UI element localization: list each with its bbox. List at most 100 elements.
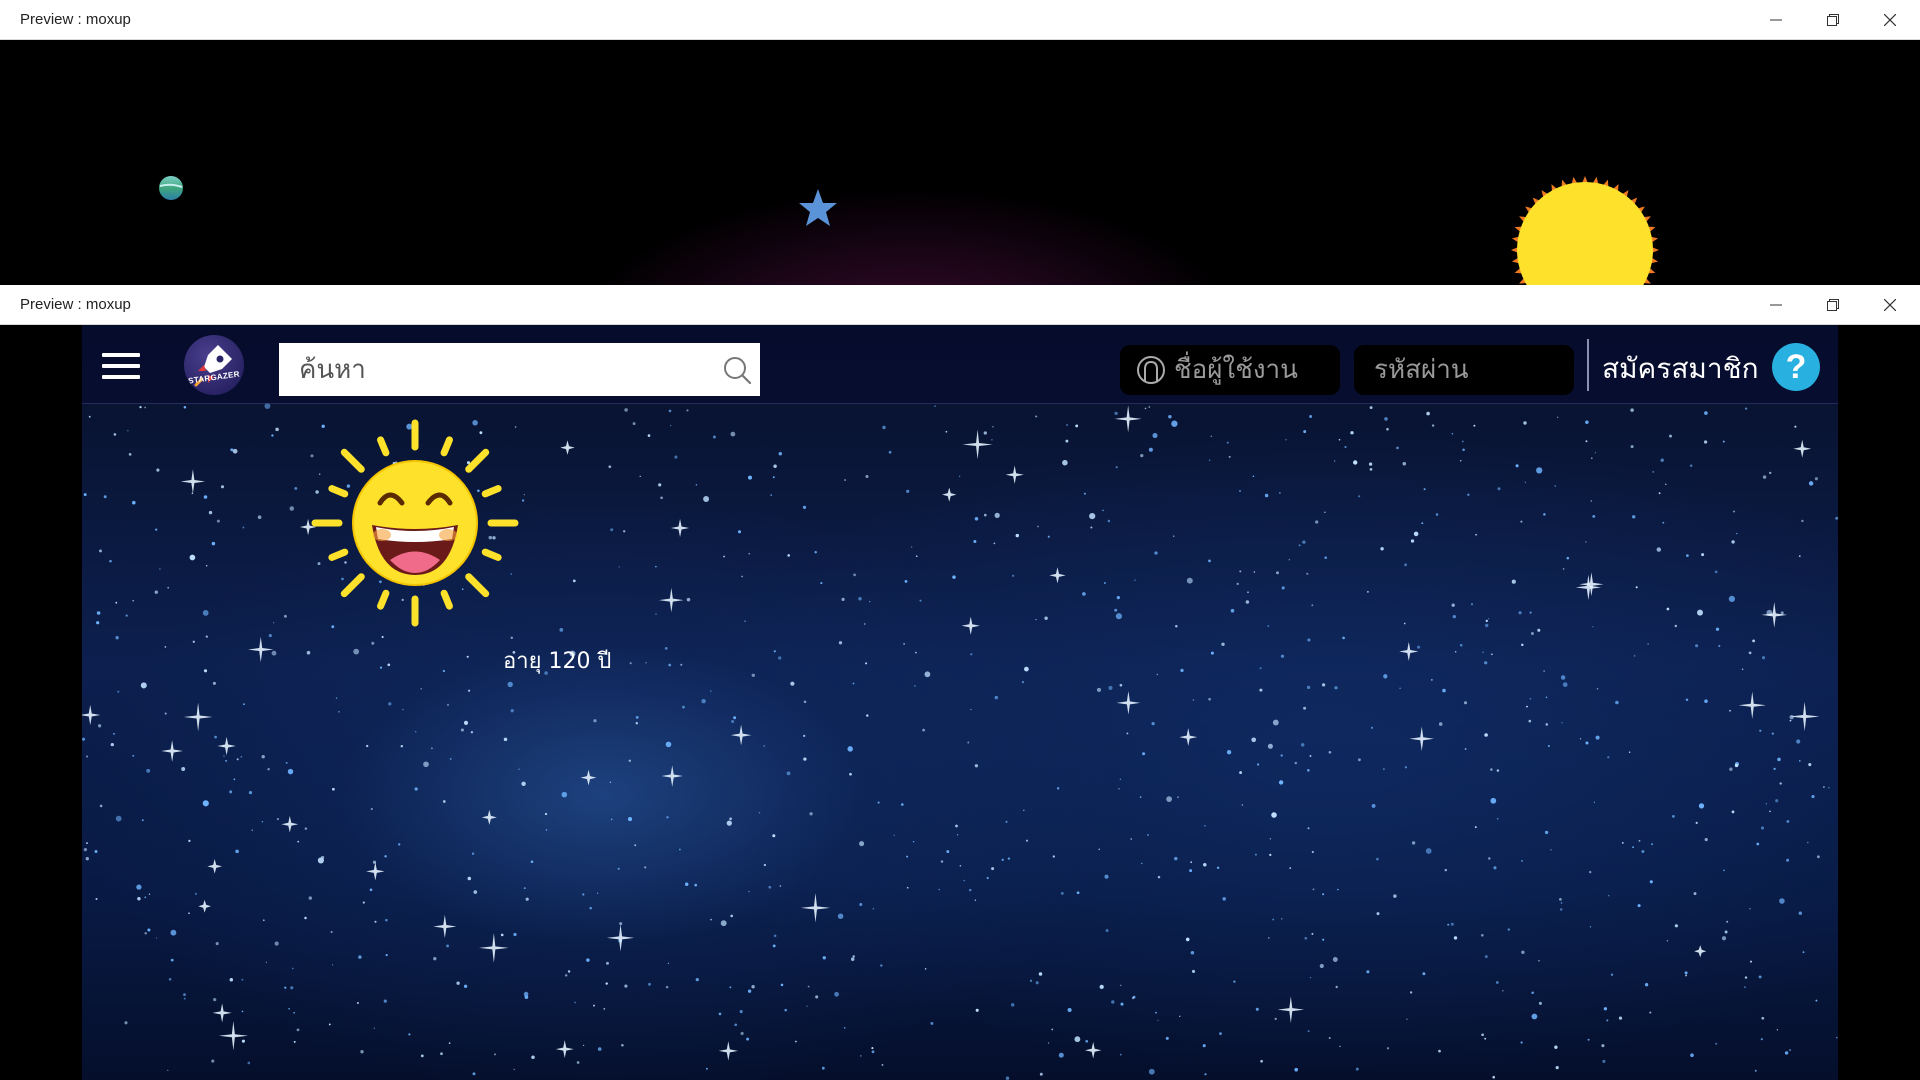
star-dot bbox=[802, 505, 807, 509]
star-dot bbox=[1421, 522, 1424, 525]
star-dot bbox=[628, 759, 631, 762]
star-dot bbox=[1450, 922, 1454, 926]
star-dot bbox=[1306, 685, 1311, 690]
star-dot bbox=[1649, 880, 1653, 884]
star-dot bbox=[872, 908, 874, 910]
star-dot bbox=[1554, 1045, 1558, 1049]
username-input[interactable] bbox=[1172, 345, 1337, 395]
star-dot bbox=[1693, 892, 1697, 896]
star-dot bbox=[1731, 540, 1735, 544]
star-dot bbox=[1744, 407, 1748, 410]
star-dot bbox=[267, 767, 270, 771]
star-dot bbox=[446, 944, 450, 948]
close-button[interactable] bbox=[1862, 285, 1918, 325]
sparkle-star bbox=[366, 862, 385, 881]
star-dot bbox=[730, 914, 733, 918]
star-dot bbox=[1647, 643, 1649, 645]
username-box bbox=[1120, 345, 1340, 395]
restore-button[interactable] bbox=[1805, 0, 1861, 40]
star-dot bbox=[370, 807, 373, 811]
star-dot bbox=[1272, 918, 1275, 921]
star-dot bbox=[1368, 462, 1373, 466]
star-dot bbox=[1741, 668, 1744, 671]
star-dot bbox=[1761, 656, 1766, 660]
search-input[interactable] bbox=[279, 343, 699, 396]
minimize-button[interactable] bbox=[1748, 285, 1804, 325]
star-dot bbox=[212, 681, 216, 685]
star-dot bbox=[1752, 639, 1755, 643]
star-dot bbox=[530, 860, 534, 864]
star-dot bbox=[208, 510, 213, 515]
sparkle-star bbox=[718, 1041, 739, 1061]
star-dot bbox=[433, 957, 437, 961]
star-dot bbox=[1760, 1038, 1763, 1041]
star-dot bbox=[1334, 460, 1336, 462]
star-dot bbox=[1222, 897, 1226, 901]
star-dot bbox=[815, 995, 819, 999]
sun-icon bbox=[1511, 176, 1659, 285]
star-dot bbox=[1543, 670, 1545, 672]
star-dot bbox=[992, 426, 994, 428]
star-dot bbox=[1784, 1051, 1789, 1055]
hamburger-menu-button[interactable] bbox=[102, 353, 140, 379]
star-dot bbox=[850, 957, 855, 961]
star-dot bbox=[686, 409, 689, 412]
restore-button[interactable] bbox=[1805, 285, 1861, 325]
star-dot bbox=[1835, 516, 1838, 520]
search-icon[interactable] bbox=[722, 355, 752, 385]
star-dot bbox=[666, 816, 669, 819]
star-dot bbox=[1174, 856, 1178, 861]
star-dot bbox=[1482, 651, 1484, 654]
star-dot bbox=[1628, 751, 1631, 753]
star-dot bbox=[924, 968, 927, 970]
star-dot bbox=[1307, 1030, 1310, 1033]
star-dot bbox=[159, 568, 161, 570]
close-button[interactable] bbox=[1862, 0, 1918, 40]
star-dot bbox=[806, 1005, 808, 1007]
star-dot bbox=[99, 804, 103, 808]
star-dot bbox=[1062, 459, 1068, 466]
star-dot bbox=[1037, 525, 1039, 528]
star-dot bbox=[94, 850, 98, 853]
star-dot bbox=[768, 885, 772, 889]
star-dot bbox=[1267, 743, 1273, 749]
star-dot bbox=[113, 732, 115, 735]
star-dot bbox=[164, 712, 167, 715]
star-dot bbox=[1233, 980, 1236, 983]
star-dot bbox=[168, 978, 172, 981]
star-dot bbox=[1024, 666, 1029, 672]
star-dot bbox=[500, 933, 504, 937]
sparkle-star bbox=[606, 924, 635, 952]
star-dot bbox=[1662, 521, 1665, 524]
star-dot bbox=[332, 787, 335, 791]
star-dot bbox=[751, 673, 756, 678]
star-dot bbox=[1685, 974, 1687, 977]
stargazer-logo[interactable]: STARGAZER bbox=[184, 335, 244, 395]
star-dot bbox=[167, 586, 170, 589]
help-button[interactable]: ? bbox=[1772, 343, 1820, 391]
star-dot bbox=[1775, 799, 1779, 803]
star-dot bbox=[695, 484, 698, 486]
star-dot bbox=[289, 506, 295, 511]
minimize-button[interactable] bbox=[1748, 0, 1804, 40]
star-dot bbox=[967, 741, 970, 744]
star-dot bbox=[1496, 769, 1500, 772]
password-input[interactable] bbox=[1372, 345, 1567, 395]
register-link[interactable]: สมัครสมาชิก bbox=[1602, 347, 1759, 391]
sparkle-star bbox=[1789, 701, 1820, 732]
rocket-icon bbox=[194, 345, 232, 387]
star-dot bbox=[1538, 959, 1540, 962]
star-dot bbox=[449, 757, 452, 760]
star-dot bbox=[1241, 804, 1243, 806]
star-dot bbox=[1759, 729, 1762, 732]
star-dot bbox=[181, 767, 186, 771]
star-dot bbox=[703, 496, 710, 502]
star-dot bbox=[1704, 838, 1708, 842]
star-dot bbox=[1067, 1007, 1072, 1013]
star-dot bbox=[686, 597, 691, 602]
sparkle-star bbox=[161, 740, 183, 762]
star-dot bbox=[710, 690, 712, 692]
star-dot bbox=[356, 1001, 359, 1005]
star-dot bbox=[881, 1063, 884, 1066]
star-dot bbox=[362, 901, 365, 904]
